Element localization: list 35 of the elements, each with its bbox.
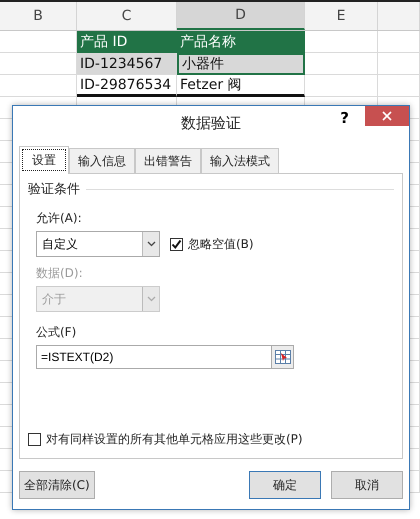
field-label: 数据(D): [36, 265, 83, 282]
tab[interactable]: 输入信息 [69, 148, 135, 174]
table-cell: ID-1234567 [77, 53, 177, 75]
help-button[interactable]: ? [336, 109, 353, 127]
tab[interactable]: 设置 [19, 146, 69, 174]
table-icon [274, 350, 290, 364]
group-title: 验证条件 [28, 181, 80, 198]
dropdown[interactable]: 自定义 [36, 231, 160, 257]
table-cell: ID-29876534 [77, 75, 177, 97]
table-cell: Fetzer 阀 [177, 75, 305, 97]
close-icon [382, 111, 392, 121]
tab[interactable]: 出错警告 [135, 148, 201, 174]
caret-icon [146, 241, 156, 247]
field-label: 允许(A): [36, 210, 82, 227]
close-button[interactable] [365, 106, 409, 126]
field-label: 公式(F) [36, 324, 76, 341]
dialog-button[interactable]: 确定 [249, 471, 321, 499]
tab[interactable]: 输入法模式 [201, 148, 279, 174]
dialog-button[interactable]: 取消 [331, 471, 403, 499]
checkmark-icon [171, 238, 182, 250]
empty-cell [378, 53, 420, 75]
window-title: 数据验证 [181, 114, 241, 132]
column-header[interactable]: B [0, 2, 77, 30]
column-header[interactable]: E [305, 2, 378, 30]
formula-field[interactable]: =ISTEXT(D2) [36, 345, 272, 369]
dialog-button[interactable]: 全部清除(C) [19, 471, 95, 499]
checkbox[interactable]: 对有同样设置的所有其他单元格应用这些更改(P) [28, 431, 394, 448]
table-cell: 小器件 [177, 53, 305, 75]
table-header: 产品名称 [177, 31, 305, 53]
range-picker-button[interactable] [272, 345, 294, 369]
column-header[interactable]: D [177, 2, 305, 30]
caret-icon [146, 296, 156, 302]
checkbox[interactable]: 忽略空值(B) [170, 236, 254, 252]
table-header: 产品 ID [77, 31, 177, 53]
empty-cell [378, 75, 420, 97]
